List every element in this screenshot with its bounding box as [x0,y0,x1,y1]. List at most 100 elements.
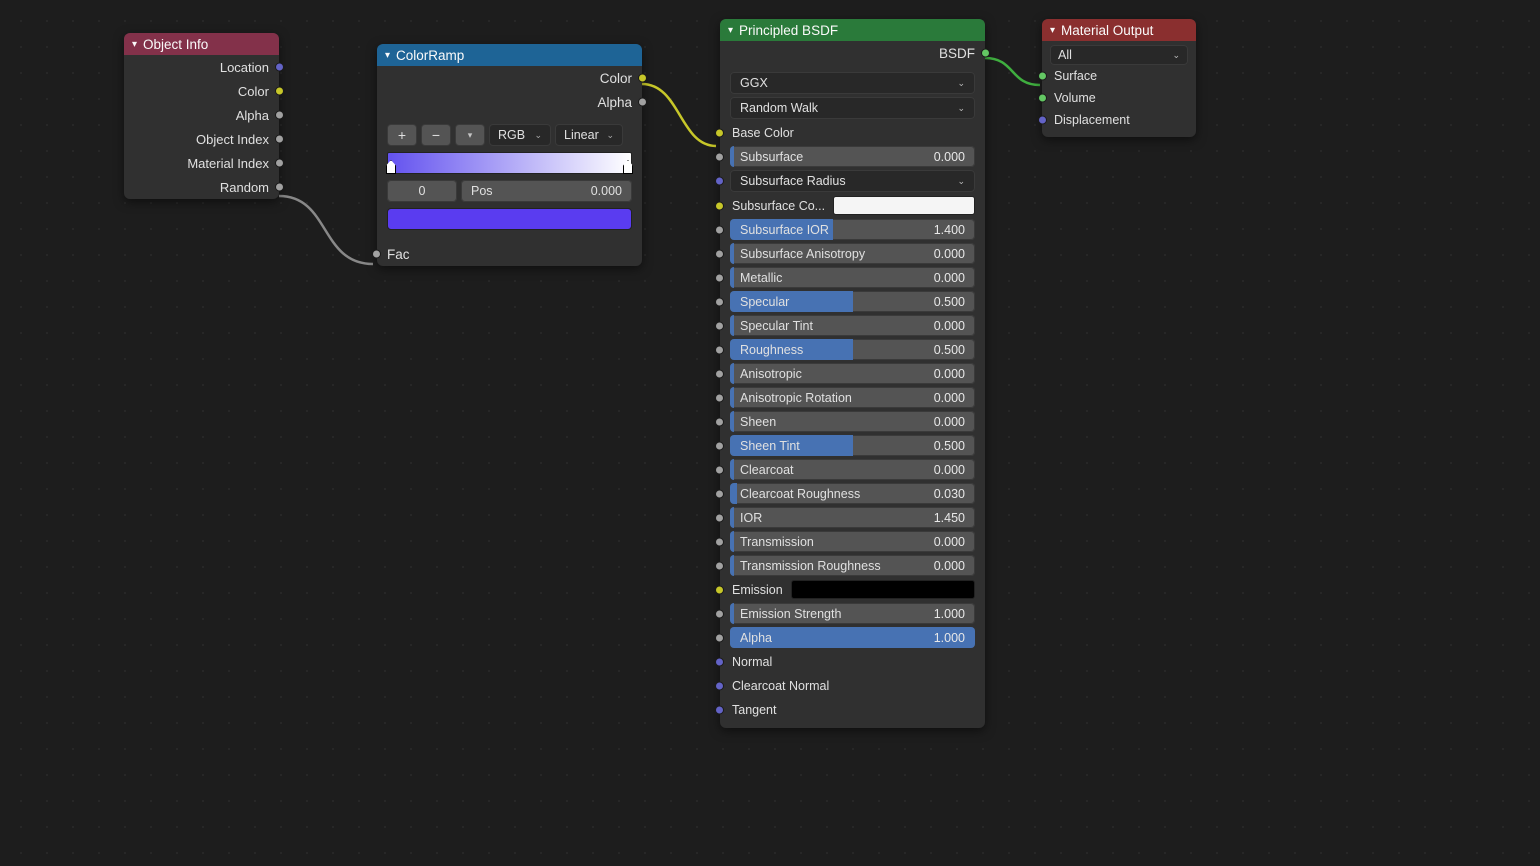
node-object-info[interactable]: ▾ Object Info Location Color Alpha Objec… [124,33,279,199]
chevron-down-icon: ⌄ [957,176,965,187]
node-title: Principled BSDF [739,23,838,38]
input-tangent: Tangent [730,699,975,720]
socket-in[interactable] [715,201,724,210]
interpolation-select[interactable]: Linear ⌄ [555,124,623,146]
socket-in[interactable] [715,657,724,666]
socket-in[interactable] [715,225,724,234]
node-header[interactable]: ▾ Principled BSDF [720,19,985,41]
distribution-select[interactable]: GGX ⌄ [730,72,975,94]
socket-out-float[interactable] [275,135,284,144]
remove-stop-button[interactable]: − [421,124,451,146]
subsurface-method-select[interactable]: Random Walk ⌄ [730,97,975,119]
output-target-select[interactable]: All ⌄ [1050,45,1188,65]
prop-transmission_roughness[interactable]: Transmission Roughness0.000 [730,555,975,576]
prop-subsurface_anisotropy[interactable]: Subsurface Anisotropy0.000 [730,243,975,264]
prop-subsurface_ior[interactable]: Subsurface IOR1.400 [730,219,975,240]
socket-in-vector[interactable] [1038,116,1047,125]
ramp-handle-0[interactable] [386,160,396,174]
chevron-down-icon: ▾ [468,130,473,141]
prop-transmission[interactable]: Transmission0.000 [730,531,975,552]
socket-out-vector[interactable] [275,63,284,72]
prop-subsurface[interactable]: Subsurface0.000 [730,146,975,167]
color-mode-select[interactable]: RGB ⌄ [489,124,551,146]
ramp-menu-button[interactable]: ▾ [455,124,485,146]
socket-in[interactable] [715,152,724,161]
node-material-output[interactable]: ▾ Material Output All ⌄ Surface Volume D… [1042,19,1196,137]
prop-anisotropic[interactable]: Anisotropic0.000 [730,363,975,384]
plus-icon: + [398,127,406,143]
prop-clearcoat[interactable]: Clearcoat0.000 [730,459,975,480]
prop-emission_strength[interactable]: Emission Strength1.000 [730,603,975,624]
prop-specular[interactable]: Specular0.500 [730,291,975,312]
node-header[interactable]: ▾ ColorRamp [377,44,642,66]
output-color: Color [377,66,642,90]
prop-clearcoat_roughness[interactable]: Clearcoat Roughness0.030 [730,483,975,504]
color-ramp-gradient[interactable] [387,152,632,174]
socket-in[interactable] [715,249,724,258]
socket-in[interactable] [715,489,724,498]
socket-out-color[interactable] [275,87,284,96]
socket-in[interactable] [715,513,724,522]
node-color-ramp[interactable]: ▾ ColorRamp Color Alpha + − ▾ RGB ⌄ Line… [377,44,642,266]
socket-in[interactable] [715,633,724,642]
emission-color-swatch[interactable] [791,580,975,599]
chevron-down-icon: ⌄ [957,78,965,89]
node-header[interactable]: ▾ Object Info [124,33,279,55]
socket-in[interactable] [715,273,724,282]
socket-out-shader[interactable] [981,49,990,58]
socket-in[interactable] [715,177,724,186]
ramp-handle-1[interactable] [623,160,633,174]
prop-ior[interactable]: IOR1.450 [730,507,975,528]
socket-in[interactable] [715,465,724,474]
socket-in[interactable] [715,321,724,330]
socket-in-color[interactable] [715,128,724,137]
socket-in-shader[interactable] [1038,72,1047,81]
socket-in[interactable] [715,297,724,306]
prop-anisotropic_rotation[interactable]: Anisotropic Rotation0.000 [730,387,975,408]
socket-out-color[interactable] [638,74,647,83]
stop-index-field[interactable]: 0 [387,180,457,202]
chevron-down-icon: ▾ [728,25,733,36]
chevron-down-icon: ▾ [385,50,390,61]
socket-in[interactable] [715,441,724,450]
stop-color-swatch[interactable] [387,208,632,230]
socket-in[interactable] [715,609,724,618]
subsurface-color-swatch[interactable] [833,196,975,215]
socket-in-shader[interactable] [1038,94,1047,103]
socket-in[interactable] [715,561,724,570]
node-header[interactable]: ▾ Material Output [1042,19,1196,41]
socket-in[interactable] [715,417,724,426]
socket-in[interactable] [715,393,724,402]
prop-roughness[interactable]: Roughness0.500 [730,339,975,360]
input-subsurface-color: Subsurface Co... [730,195,975,216]
node-title: Material Output [1061,23,1153,38]
socket-in[interactable] [715,345,724,354]
socket-out-float[interactable] [275,183,284,192]
minus-icon: − [432,127,440,143]
chevron-down-icon: ⌄ [1172,50,1180,61]
output-color: Color [124,79,279,103]
socket-in[interactable] [715,369,724,378]
socket-in[interactable] [715,705,724,714]
output-location: Location [124,55,279,79]
socket-in[interactable] [715,681,724,690]
add-stop-button[interactable]: + [387,124,417,146]
prop-sheen[interactable]: Sheen0.000 [730,411,975,432]
prop-specular_tint[interactable]: Specular Tint0.000 [730,315,975,336]
node-principled-bsdf[interactable]: ▾ Principled BSDF BSDF GGX ⌄ Random Walk… [720,19,985,728]
input-volume: Volume [1050,87,1188,109]
socket-out-float[interactable] [638,98,647,107]
socket-in[interactable] [715,537,724,546]
input-emission: Emission [730,579,975,600]
prop-sheen_tint[interactable]: Sheen Tint0.500 [730,435,975,456]
subsurface-radius-select[interactable]: Subsurface Radius⌄ [730,170,975,192]
prop-metallic[interactable]: Metallic0.000 [730,267,975,288]
socket-in-float[interactable] [372,250,381,259]
socket-out-float[interactable] [275,159,284,168]
socket-in[interactable] [715,585,724,594]
chevron-down-icon: ⌄ [534,130,542,141]
socket-out-float[interactable] [275,111,284,120]
prop-alpha[interactable]: Alpha1.000 [730,627,975,648]
stop-position-field[interactable]: Pos 0.000 [461,180,632,202]
input-clearcoat_normal: Clearcoat Normal [730,675,975,696]
